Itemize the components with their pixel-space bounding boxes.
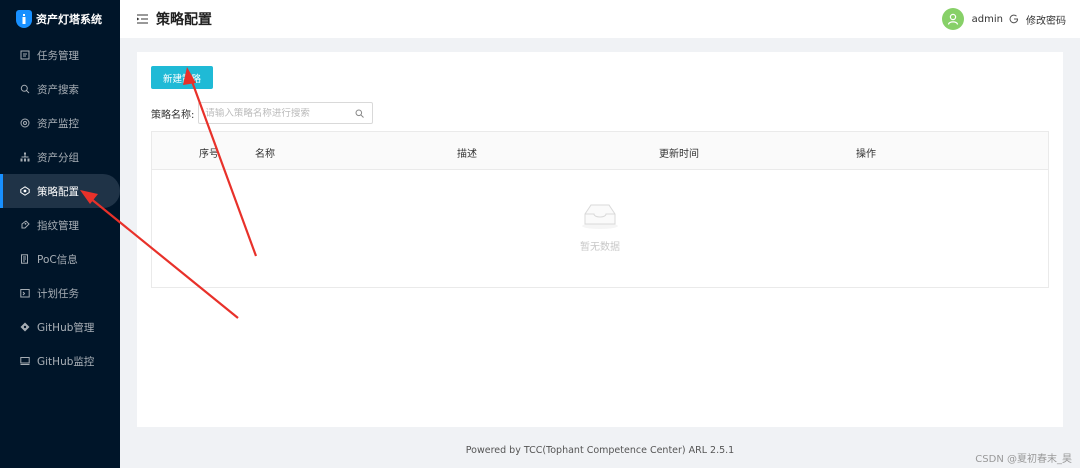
sidebar-item-label: 任务管理 (37, 49, 79, 62)
sidebar-item-asset-search[interactable]: 资产搜索 (0, 72, 120, 106)
user-icon (947, 13, 958, 25)
column-header-description: 描述 (457, 149, 477, 160)
search-label: 策略名称: (151, 109, 195, 121)
column-header-index: 序号 (199, 149, 219, 160)
lighthouse-icon (16, 10, 32, 28)
empty-state: 暂无数据 (152, 170, 1048, 287)
column-header-updated-time: 更新时间 (659, 149, 699, 160)
empty-text: 暂无数据 (580, 242, 620, 253)
monitor-icon (20, 118, 30, 128)
sidebar-item-asset-monitor[interactable]: 资产监控 (0, 106, 120, 140)
avatar[interactable] (941, 8, 964, 30)
column-header-actions: 操作 (856, 149, 876, 160)
task-icon (20, 50, 30, 60)
fingerprint-icon (20, 220, 30, 230)
policy-icon (20, 186, 30, 196)
sidebar-item-tasks[interactable]: 任务管理 (0, 38, 120, 72)
footer: Powered by TCC(Tophant Competence Center… (465, 445, 735, 456)
page-title: 策略配置 (156, 12, 212, 28)
sidebar-item-label: 计划任务 (37, 287, 79, 300)
policy-name-search-input[interactable] (205, 107, 351, 119)
sidebar: 资产灯塔系统 任务管理 资产搜索 资产监控 资产分组 策略配置 指纹管理 PoC… (0, 0, 120, 468)
search-icon[interactable] (355, 109, 365, 118)
sidebar-item-label: 资产监控 (37, 117, 79, 130)
sidebar-item-label: 策略配置 (37, 185, 79, 198)
username[interactable]: admin (972, 14, 1003, 25)
change-password-link[interactable]: 修改密码 (1026, 12, 1066, 27)
sidebar-item-label: PoC信息 (37, 253, 78, 266)
policy-table: 序号 名称 描述 更新时间 操作 暂无数据 (151, 131, 1049, 288)
github-icon (20, 322, 30, 332)
logo[interactable]: 资产灯塔系统 (0, 0, 120, 38)
column-header-name: 名称 (255, 149, 275, 160)
search-box (198, 102, 374, 124)
github-monitor-icon (20, 356, 30, 366)
user-area: admin 修改密码 (941, 0, 1066, 38)
sidebar-item-fingerprint[interactable]: 指纹管理 (0, 208, 120, 242)
sidebar-item-label: GitHub管理 (37, 321, 95, 334)
search-form: 策略名称: (151, 102, 374, 124)
schedule-icon (20, 288, 30, 298)
poc-icon (20, 254, 30, 264)
group-icon (20, 152, 30, 162)
sidebar-item-label: 指纹管理 (37, 219, 79, 232)
sidebar-item-label: 资产搜索 (37, 83, 79, 96)
sidebar-item-github-manage[interactable]: GitHub管理 (0, 310, 120, 344)
search-icon (20, 84, 30, 94)
content-card: 新建策略 策略名称: 序号 名称 描述 更新时间 操作 暂无数据 (137, 52, 1063, 427)
sidebar-item-asset-group[interactable]: 资产分组 (0, 140, 120, 174)
new-policy-button[interactable]: 新建策略 (151, 66, 213, 89)
app-title: 资产灯塔系统 (36, 13, 102, 26)
sidebar-item-policy-config[interactable]: 策略配置 (0, 174, 120, 208)
watermark: CSDN @夏初春末_昊 (975, 454, 1072, 465)
sidebar-item-github-monitor[interactable]: GitHub监控 (0, 344, 120, 378)
table-header: 序号 名称 描述 更新时间 操作 (152, 132, 1048, 170)
logout-icon[interactable] (1009, 14, 1019, 24)
sidebar-item-label: GitHub监控 (37, 355, 95, 368)
empty-inbox-icon (582, 204, 618, 229)
sidebar-item-schedule[interactable]: 计划任务 (0, 276, 120, 310)
sidebar-item-poc[interactable]: PoC信息 (0, 242, 120, 276)
sidebar-item-label: 资产分组 (37, 151, 79, 164)
menu-fold-icon[interactable] (137, 14, 148, 24)
sidebar-menu: 任务管理 资产搜索 资产监控 资产分组 策略配置 指纹管理 PoC信息 计划任务… (0, 38, 120, 378)
top-header: 策略配置 admin 修改密码 (120, 0, 1080, 38)
